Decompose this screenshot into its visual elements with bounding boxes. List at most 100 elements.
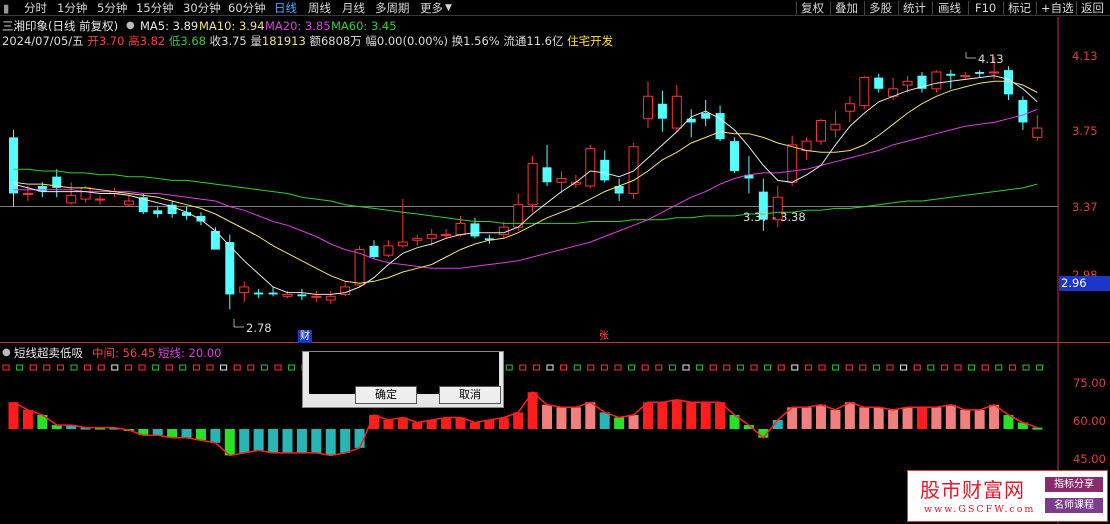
candle-body [628,146,639,194]
signal-box [981,364,989,371]
signal-box [818,364,826,371]
indicator-bar [931,407,942,429]
candle-body [874,77,884,89]
candle-body [701,113,711,119]
signal-box [165,364,173,371]
indicator-bar [888,409,899,429]
signal-box [940,364,948,371]
signal-box [29,364,37,371]
quote-industry[interactable]: 住宅开发 [567,34,613,48]
candle-body [1018,100,1028,123]
indicator-bar [340,428,351,453]
indicator-bar [960,409,971,429]
signal-box [696,364,704,371]
signal-box [655,364,663,371]
ind-tick-75: 75.00 [1073,376,1106,390]
logo-brand: 股市财富网 [920,478,1025,502]
event-marker[interactable]: 张 [599,330,609,344]
indicator-name[interactable]: 短线超卖低吸 [14,346,83,360]
candle-body [527,163,538,206]
candle-body [268,292,278,295]
stock-title[interactable]: 三湘印象(日线 前复权) [2,19,118,33]
candle-body [441,234,452,237]
kline-chart[interactable] [0,0,1110,524]
quote-turnover: 换1.56% [451,34,500,48]
indicator-mid: 中间: 56.45 [92,346,156,360]
signal-box [600,364,608,371]
indicator-line [13,390,1038,457]
indicator-menu-icon[interactable]: ● [2,346,11,360]
mid-annotation: 3.37 - 3.38 [743,210,806,224]
quote-high-label: 高 [128,34,140,48]
signal-box [791,364,799,371]
indicator-bar [801,407,812,429]
indicator-bar [873,407,884,429]
indicator-bar [195,428,206,441]
ma20-line [13,108,1038,269]
signal-box [764,364,772,371]
candle-body [657,103,667,119]
indicator-bar [441,417,452,429]
candle-body [455,222,466,236]
indicator-bar [412,422,423,429]
candle-body [426,234,437,239]
candle-body [297,294,307,297]
ok-button[interactable]: 确定 [355,386,417,404]
quote-vol-label: 量 [250,34,262,48]
logo-tag-share: 指标分享 [1045,477,1103,492]
finance-marker[interactable]: 财 [298,330,312,343]
cancel-button[interactable]: 取消 [439,386,501,404]
signal-box [1022,364,1030,371]
ma60-label: MA60: 3.45 [331,19,397,33]
indicator-bar [570,407,581,429]
quote-low: 3.68 [180,34,206,48]
candle-body [80,187,91,200]
signal-box [206,364,214,371]
candle-body [369,245,379,258]
candle-body [412,237,423,241]
candle-body [66,194,77,204]
candle-body [975,71,985,74]
signal-box [532,364,540,371]
indicator-bar [8,402,19,429]
ma60-line [13,168,1038,224]
indicator-bar [585,402,596,429]
indicator-bar [325,428,336,456]
candle-body [730,141,739,172]
indicator-bar [239,428,250,453]
signal-box [968,364,976,371]
signal-box [628,364,636,371]
signal-box [641,364,649,371]
indicator-bar [599,412,610,429]
quote-open: 3.70 [98,34,125,48]
signal-box [288,364,296,371]
indicator-bar [22,409,33,429]
candle-body [470,223,480,237]
quote-open-label: 开 [87,34,99,48]
indicator-bar [469,422,480,429]
indicator-bar [1032,427,1043,430]
candle-body [816,120,827,142]
indicator-bar [181,428,192,438]
candle-body [95,198,106,201]
candle-body [989,71,1000,74]
candle-body [946,73,956,76]
signal-box [247,364,255,371]
candle-body [787,144,798,183]
high-annotation: 4.13 [978,52,1004,66]
candle-body [600,159,610,181]
params-dialog: 确定 取消 [302,351,504,408]
signal-box [900,364,908,371]
candle-body [542,167,552,183]
signal-box [505,364,513,371]
candle-body [196,215,206,222]
ma5-label: MA5: 3.89 [140,19,199,33]
ind-tick-45: 45.00 [1073,452,1106,466]
signal-box [220,364,228,371]
signal-box [845,364,853,371]
price-tick-4.13: 4.13 [1072,49,1098,63]
chevron-down-icon[interactable]: ● [126,19,135,33]
ma10-line [13,80,1038,284]
signal-box [546,364,554,371]
signal-box [995,364,1003,371]
